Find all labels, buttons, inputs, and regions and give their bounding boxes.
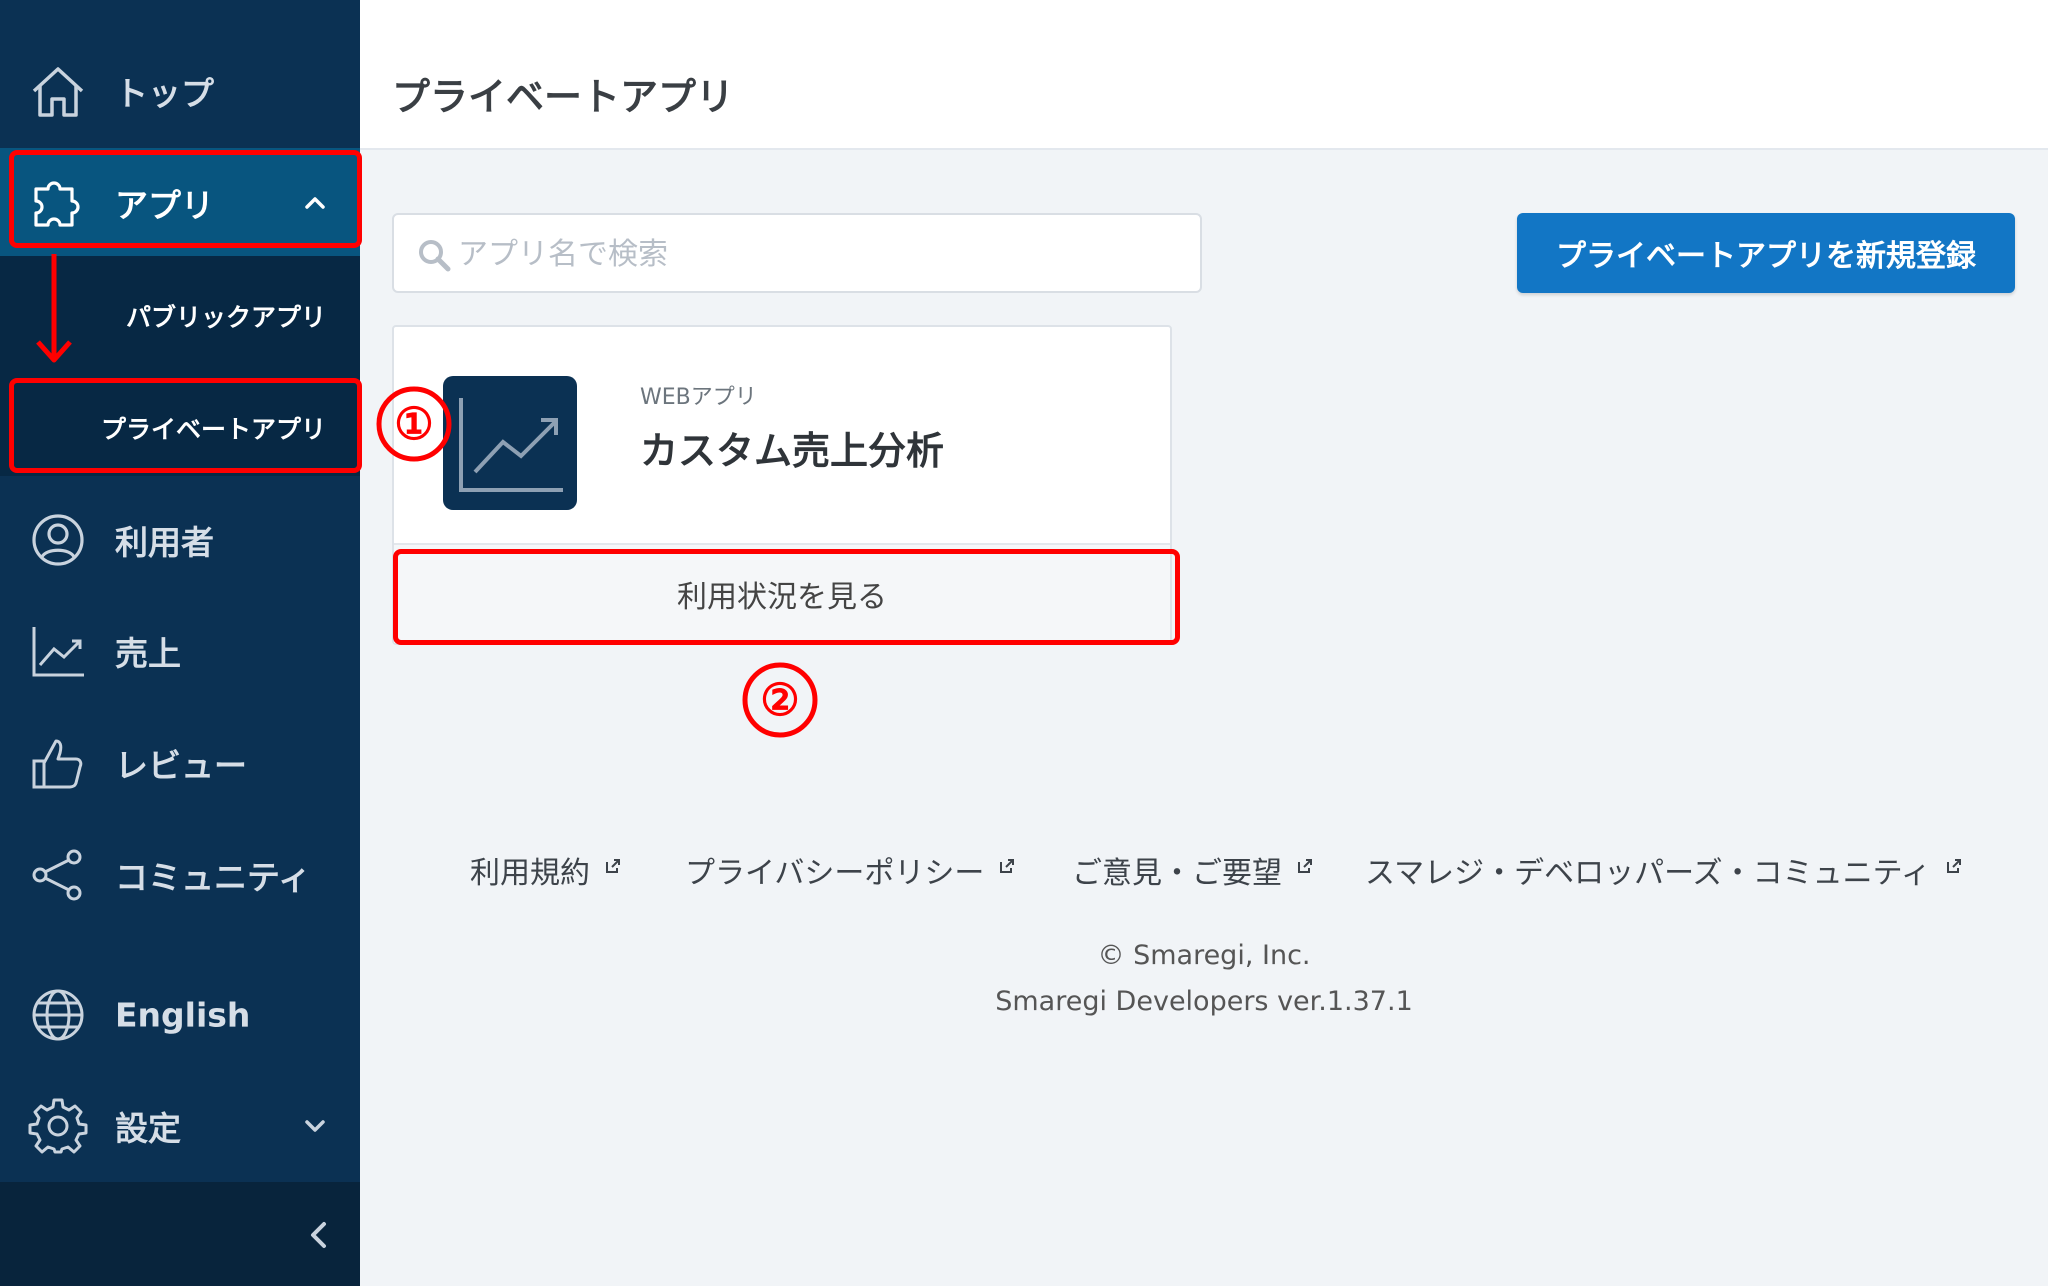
register-private-app-button[interactable]: プライベートアプリを新規登録 — [1517, 213, 2015, 293]
sidebar-item-reviews[interactable]: レビュー — [0, 708, 360, 818]
developers-community-link-label: スマレジ・デベロッパーズ・コミュニティ — [1365, 856, 1931, 891]
chart-line-icon — [32, 627, 84, 677]
feedback-link[interactable]: ご意見・ご要望 — [1072, 848, 1314, 892]
thumbs-up-icon — [32, 739, 83, 789]
sidebar-item-settings[interactable]: 設定 — [0, 1071, 360, 1181]
app-name[interactable]: カスタム売上分析 — [640, 420, 944, 475]
sidebar-footer — [0, 1182, 360, 1286]
annotation-highlight-apps — [9, 150, 362, 248]
privacy-policy-link-label: プライバシーポリシー — [685, 856, 985, 891]
sidebar-item-community[interactable]: コミュニティ — [0, 820, 360, 930]
feedback-link-label: ご意見・ご要望 — [1072, 856, 1282, 891]
sidebar-item-label: レビュー — [115, 746, 247, 785]
sidebar-item-sales[interactable]: 売上 — [0, 596, 360, 706]
external-link-icon — [1946, 859, 1961, 873]
sidebar-subitem-public-apps[interactable]: パブリックアプリ — [126, 298, 326, 334]
privacy-policy-link[interactable]: プライバシーポリシー — [685, 848, 1016, 892]
annotation-step-2: ② — [740, 660, 820, 740]
sidebar-item-label: 設定 — [115, 1109, 181, 1148]
annotation-step-1: ① — [374, 384, 454, 464]
sidebar-item-label: 利用者 — [115, 523, 214, 562]
sidebar-item-label: English — [115, 995, 251, 1035]
globe-icon — [32, 989, 84, 1041]
sidebar-item-label: コミュニティ — [115, 858, 312, 897]
terms-link[interactable]: 利用規約 — [470, 848, 622, 892]
search-input[interactable] — [458, 229, 1178, 279]
annotation-highlight-view-usage — [393, 549, 1180, 645]
gear-icon — [28, 1098, 88, 1154]
sidebar-item-label: トップ — [115, 74, 214, 113]
chart-trend-icon — [459, 398, 563, 492]
version-text: Smaregi Developers ver.1.37.1 — [995, 986, 1413, 1017]
page-header: プライベートアプリ — [360, 0, 2048, 150]
annotation-arrow-down-icon — [36, 254, 72, 363]
search-icon — [419, 240, 451, 272]
sidebar-item-english[interactable]: English — [0, 960, 360, 1070]
sidebar-item-top[interactable]: トップ — [0, 36, 360, 146]
copyright: © Smaregi, Inc. — [1097, 940, 1311, 971]
app-search[interactable] — [392, 213, 1202, 293]
sidebar-item-label: 売上 — [115, 634, 181, 673]
external-link-icon — [606, 859, 620, 873]
step-two-badge-icon: ② — [742, 662, 818, 738]
page-title: プライベートアプリ — [392, 75, 735, 119]
svg-text:②: ② — [760, 676, 799, 725]
collapse-sidebar-icon[interactable] — [302, 1218, 336, 1252]
annotation-highlight-private-apps — [9, 378, 362, 473]
app-thumbnail — [443, 376, 577, 510]
external-link-icon — [1000, 859, 1015, 873]
sidebar-item-users[interactable]: 利用者 — [0, 485, 360, 595]
app-type: WEBアプリ — [640, 385, 757, 410]
footer-links: 利用規約 プライバシーポリシー ご意見・ご要望 スマレジ・デベロッパーズ・コミュ… — [360, 848, 2048, 898]
svg-text:①: ① — [394, 400, 433, 449]
step-one-badge-icon: ① — [376, 386, 452, 462]
chevron-down-icon[interactable] — [300, 1111, 330, 1141]
external-link-icon — [1298, 859, 1312, 873]
terms-link-label: 利用規約 — [470, 856, 590, 891]
user-icon — [32, 514, 84, 566]
developers-community-link[interactable]: スマレジ・デベロッパーズ・コミュニティ — [1365, 848, 1963, 892]
share-icon — [32, 849, 82, 901]
home-icon — [32, 67, 84, 117]
